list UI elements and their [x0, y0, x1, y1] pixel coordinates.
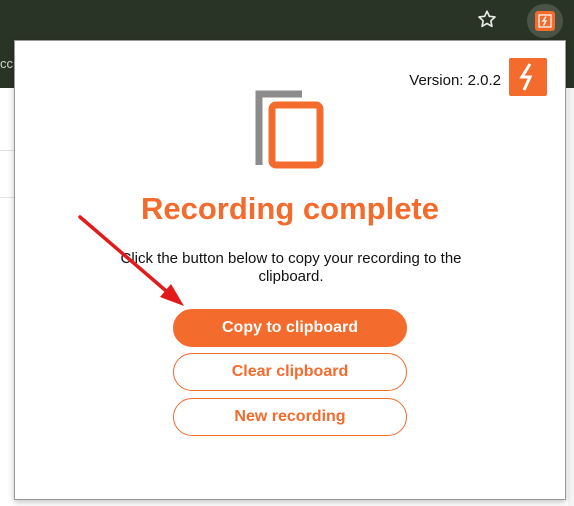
new-recording-button[interactable]: New recording: [173, 398, 407, 436]
browser-toolbar: [0, 0, 574, 41]
page-background: [568, 88, 574, 506]
lightning-logo-icon: [509, 58, 547, 96]
copy-to-clipboard-button[interactable]: Copy to clipboard: [173, 309, 407, 347]
extension-popup: Version: 2.0.2 Recording complete Click …: [14, 40, 566, 500]
star-icon[interactable]: [476, 8, 498, 30]
lightning-icon: [535, 11, 555, 31]
description-text: Click the button below to copy your reco…: [120, 250, 462, 285]
clear-clipboard-button[interactable]: Clear clipboard: [173, 353, 407, 391]
copy-icon: [255, 90, 324, 169]
bookmark-label[interactable]: cc: [0, 56, 13, 71]
extension-button[interactable]: [527, 4, 563, 38]
page-title: Recording complete: [141, 191, 439, 226]
version-label: Version: 2.0.2: [409, 72, 501, 89]
